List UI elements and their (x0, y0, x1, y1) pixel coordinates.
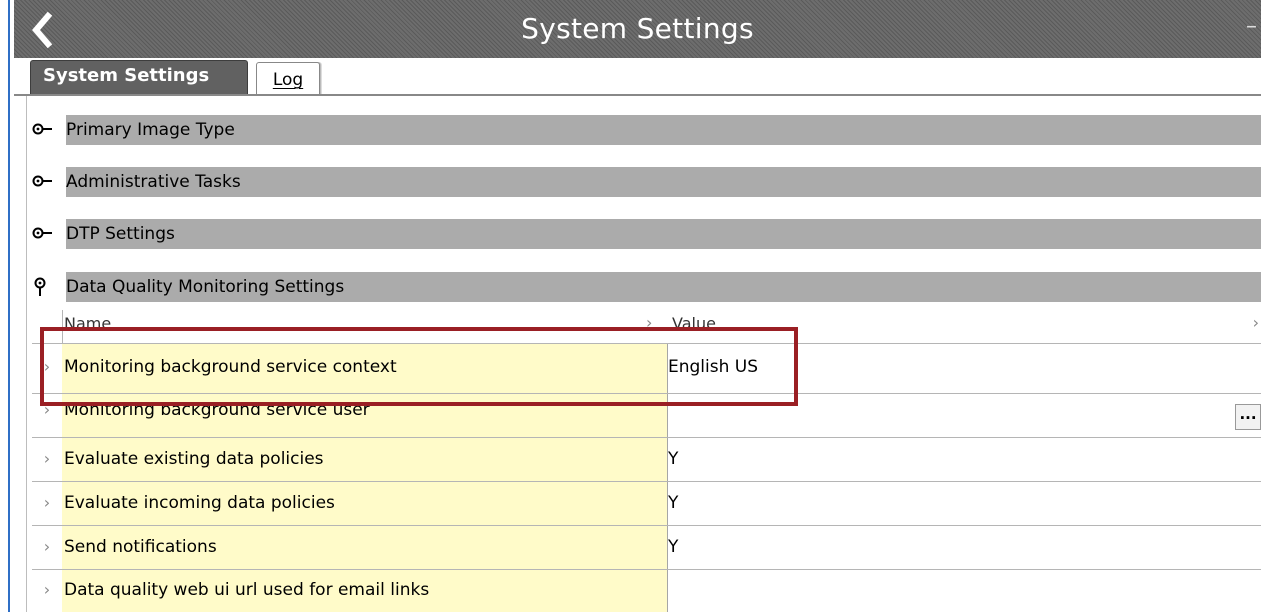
section-label: Primary Image Type (66, 120, 235, 140)
row-value[interactable]: Y (668, 493, 678, 513)
table-row[interactable]: › Monitoring background service context … (32, 344, 1261, 394)
row-name: Send notifications (64, 537, 217, 557)
row-name: Evaluate incoming data policies (64, 493, 335, 513)
sort-chevron-icon[interactable]: › (1253, 313, 1259, 332)
row-value[interactable]: Y (668, 449, 678, 469)
collapsed-toggle-icon[interactable] (32, 224, 56, 244)
section-data-quality-monitoring[interactable]: Data Quality Monitoring Settings (32, 272, 1261, 302)
row-expand-chevron-icon[interactable]: › (32, 580, 62, 599)
panel-left-border (26, 96, 27, 612)
tab-log-label: Log (272, 70, 304, 90)
table-row[interactable]: › Monitoring background service user ... (32, 394, 1261, 438)
title-bar: System Settings – (14, 0, 1261, 58)
expanded-toggle-icon[interactable] (32, 277, 56, 297)
column-header-value[interactable]: Value (672, 314, 716, 333)
row-value[interactable]: English US (668, 357, 758, 377)
table-row[interactable]: › Evaluate existing data policies Y (32, 438, 1261, 482)
table-row[interactable]: › Evaluate incoming data policies Y (32, 482, 1261, 526)
browse-user-button[interactable]: ... (1235, 404, 1261, 430)
section-label: DTP Settings (66, 224, 175, 244)
table-row[interactable]: › Send notifications Y (32, 526, 1261, 570)
section-primary-image-type[interactable]: Primary Image Type (32, 115, 1261, 145)
grid-header-row: Name › Value › (32, 310, 1261, 344)
row-expand-chevron-icon[interactable]: › (32, 357, 62, 376)
section-label: Administrative Tasks (66, 172, 241, 192)
tab-strip-underline (14, 94, 1261, 96)
left-window-edge (8, 0, 10, 612)
tab-system-settings[interactable]: System Settings (30, 60, 248, 94)
row-name: Monitoring background service user (64, 400, 370, 420)
row-expand-chevron-icon[interactable]: › (32, 493, 62, 512)
row-expand-chevron-icon[interactable]: › (32, 400, 62, 419)
section-administrative-tasks[interactable]: Administrative Tasks (32, 167, 1261, 197)
collapsed-toggle-icon[interactable] (32, 172, 56, 192)
row-value[interactable]: Y (668, 537, 678, 557)
sort-chevron-icon[interactable]: › (646, 313, 652, 332)
window-title: System Settings (521, 12, 754, 45)
row-name: Data quality web ui url used for email l… (64, 580, 430, 600)
row-name: Monitoring background service context (64, 357, 397, 377)
row-expand-chevron-icon[interactable]: › (32, 449, 62, 468)
section-header-bar (66, 115, 1261, 145)
section-label: Data Quality Monitoring Settings (66, 277, 345, 297)
section-header-bar (66, 219, 1261, 249)
minimize-button[interactable]: – (1246, 14, 1257, 39)
section-dtp-settings[interactable]: DTP Settings (32, 219, 1261, 249)
row-name: Evaluate existing data policies (64, 449, 324, 469)
column-header-name[interactable]: Name (64, 314, 111, 333)
table-row[interactable]: › Data quality web ui url used for email… (32, 570, 1261, 612)
collapsed-toggle-icon[interactable] (32, 120, 56, 140)
section-header-bar (66, 167, 1261, 197)
tab-log[interactable]: Log (256, 62, 320, 96)
row-expand-chevron-icon[interactable]: › (32, 537, 62, 556)
settings-grid: Name › Value › › Monitoring background s… (32, 310, 1261, 612)
